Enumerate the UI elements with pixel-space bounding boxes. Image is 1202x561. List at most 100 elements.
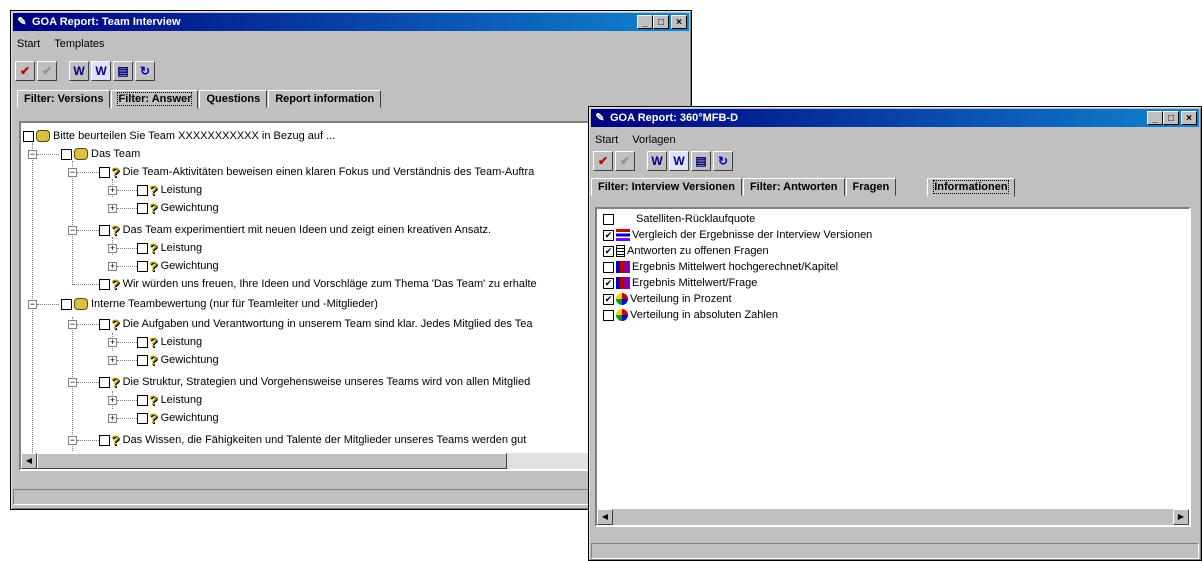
checkbox[interactable] <box>137 260 148 272</box>
checkbox[interactable]: ✔ <box>603 293 614 305</box>
checkbox[interactable] <box>603 213 614 225</box>
checkbox[interactable] <box>137 354 148 366</box>
report-icon[interactable]: ▤ <box>113 61 133 81</box>
tab-report-information[interactable]: Report information <box>268 90 382 108</box>
title-bar[interactable]: ✎ GOA Report: Team Interview _ □ × <box>13 13 689 31</box>
title-bar[interactable]: ✎ GOA Report: 360°MFB-D _ □ × <box>591 109 1199 127</box>
checkbox[interactable] <box>61 298 72 310</box>
checkbox[interactable] <box>137 242 148 254</box>
tab-filter-answer[interactable]: Filter: Answer <box>111 90 199 109</box>
check-all-icon[interactable]: ✔ <box>15 61 35 81</box>
tree-item[interactable]: ? Leistung <box>137 333 202 351</box>
tab-filter-antworten[interactable]: Filter: Antworten <box>742 178 845 196</box>
tab-questions[interactable]: Questions <box>199 90 268 108</box>
checkbox[interactable]: ✔ <box>603 245 614 257</box>
report-icon[interactable]: ▤ <box>691 151 711 171</box>
tree-item[interactable]: ? Das Wissen, die Fähigkeiten und Talente… <box>99 431 526 449</box>
checkbox[interactable] <box>137 394 148 406</box>
tab-informationen[interactable]: Informationen <box>927 178 1015 197</box>
checkbox[interactable] <box>61 148 72 160</box>
tree-item[interactable]: ? Das Team experimentiert mit neuen Ideen… <box>99 221 491 239</box>
expand-toggle[interactable]: + <box>108 338 117 347</box>
checkbox[interactable]: ✔ <box>603 277 614 289</box>
horizontal-scrollbar[interactable]: ◀ ▶ <box>597 509 1189 525</box>
collapse-toggle[interactable]: − <box>28 150 37 159</box>
checkbox[interactable] <box>137 336 148 348</box>
checkbox[interactable] <box>603 261 614 273</box>
checkbox[interactable] <box>137 184 148 196</box>
checkbox[interactable]: ✔ <box>603 229 614 241</box>
info-item[interactable]: ✔ Verteilung in Prozent <box>603 291 732 307</box>
collapse-toggle[interactable]: − <box>28 300 37 309</box>
tab-filter-versions[interactable]: Filter: Versions <box>17 90 111 108</box>
tree-item[interactable]: Interne Teambewertung (nur für Teamleite… <box>61 295 378 313</box>
collapse-toggle[interactable]: − <box>68 168 77 177</box>
tab-filter-interview-versionen[interactable]: Filter: Interview Versionen <box>591 178 742 196</box>
refresh-icon[interactable]: ↻ <box>135 61 155 81</box>
info-item[interactable]: Ergebnis Mittelwert hochgerechnet/Kapite… <box>603 259 838 275</box>
minimize-button[interactable]: _ <box>1147 111 1163 125</box>
expand-toggle[interactable]: + <box>108 396 117 405</box>
word-doc-icon[interactable]: W <box>647 151 667 171</box>
tree-item[interactable]: ? Gewichtung <box>137 409 219 427</box>
information-list[interactable]: Satelliten-Rücklaufquote ✔ Vergleich der… <box>595 207 1191 527</box>
checkbox[interactable] <box>99 166 110 178</box>
scroll-left-button[interactable]: ◀ <box>597 509 613 525</box>
tree-item[interactable]: Bitte beurteilen Sie Team XXXXXXXXXXX in… <box>23 127 335 145</box>
collapse-toggle[interactable]: − <box>68 436 77 445</box>
checkbox[interactable] <box>603 309 614 321</box>
expand-toggle[interactable]: + <box>108 244 117 253</box>
tab-fragen[interactable]: Fragen <box>845 178 897 196</box>
word-save-icon[interactable]: W <box>91 61 111 81</box>
scroll-right-button[interactable]: ▶ <box>1173 509 1189 525</box>
maximize-button[interactable]: □ <box>1163 111 1179 125</box>
tree-item[interactable]: ? Leistung <box>137 181 202 199</box>
checkbox[interactable] <box>137 202 148 214</box>
menu-start[interactable]: Start <box>593 134 620 146</box>
info-item[interactable]: ✔ Antworten zu offenen Fragen <box>603 243 769 259</box>
uncheck-all-icon[interactable]: ✔ <box>37 61 57 81</box>
tree-item[interactable]: ? Die Aufgaben und Verantwortung in unser… <box>99 315 532 333</box>
collapse-toggle[interactable]: − <box>68 226 77 235</box>
checkbox[interactable] <box>99 224 110 236</box>
tree-item[interactable]: ? Gewichtung <box>137 351 219 369</box>
checkbox[interactable] <box>99 318 110 330</box>
checkbox[interactable] <box>99 434 110 446</box>
refresh-icon[interactable]: ↻ <box>713 151 733 171</box>
info-item[interactable]: Satelliten-Rücklaufquote <box>603 211 755 227</box>
expand-toggle[interactable]: + <box>108 414 117 423</box>
menu-vorlagen[interactable]: Vorlagen <box>630 134 677 146</box>
menu-templates[interactable]: Templates <box>52 38 106 50</box>
info-item[interactable]: ✔ Ergebnis Mittelwert/Frage <box>603 275 757 291</box>
collapse-toggle[interactable]: − <box>68 320 77 329</box>
expand-toggle[interactable]: + <box>108 262 117 271</box>
uncheck-all-icon[interactable]: ✔ <box>615 151 635 171</box>
collapse-toggle[interactable]: − <box>68 378 77 387</box>
minimize-button[interactable]: _ <box>637 15 653 29</box>
menu-start[interactable]: Start <box>15 38 42 50</box>
word-save-icon[interactable]: W <box>669 151 689 171</box>
tree-item[interactable]: ? Die Team-Aktivitäten beweisen einen kla… <box>99 163 534 181</box>
checkbox[interactable] <box>23 130 34 142</box>
scroll-thumb[interactable] <box>37 453 507 469</box>
checkbox[interactable] <box>137 412 148 424</box>
tree-item[interactable]: ? Wir würden uns freuen, Ihre Ideen und V… <box>99 275 537 293</box>
tree-item[interactable]: Das Team <box>61 145 140 163</box>
tree-item[interactable]: ? Leistung <box>137 239 202 257</box>
info-item[interactable]: Verteilung in absoluten Zahlen <box>603 307 778 323</box>
check-all-icon[interactable]: ✔ <box>593 151 613 171</box>
checkbox[interactable] <box>99 376 110 388</box>
tree-item[interactable]: ? Gewichtung <box>137 257 219 275</box>
scroll-left-button[interactable]: ◀ <box>21 453 37 469</box>
expand-toggle[interactable]: + <box>108 204 117 213</box>
tree-item[interactable]: ? Gewichtung <box>137 199 219 217</box>
tree-item[interactable]: ? Die Struktur, Strategien und Vorgehensw… <box>99 373 530 391</box>
tree-item[interactable]: ? Leistung <box>137 391 202 409</box>
word-doc-icon[interactable]: W <box>69 61 89 81</box>
checkbox[interactable] <box>99 278 110 290</box>
expand-toggle[interactable]: + <box>108 186 117 195</box>
maximize-button[interactable]: □ <box>653 15 669 29</box>
info-item[interactable]: ✔ Vergleich der Ergebnisse der Interview… <box>603 227 872 243</box>
close-button[interactable]: × <box>671 15 687 29</box>
close-button[interactable]: × <box>1181 111 1197 125</box>
